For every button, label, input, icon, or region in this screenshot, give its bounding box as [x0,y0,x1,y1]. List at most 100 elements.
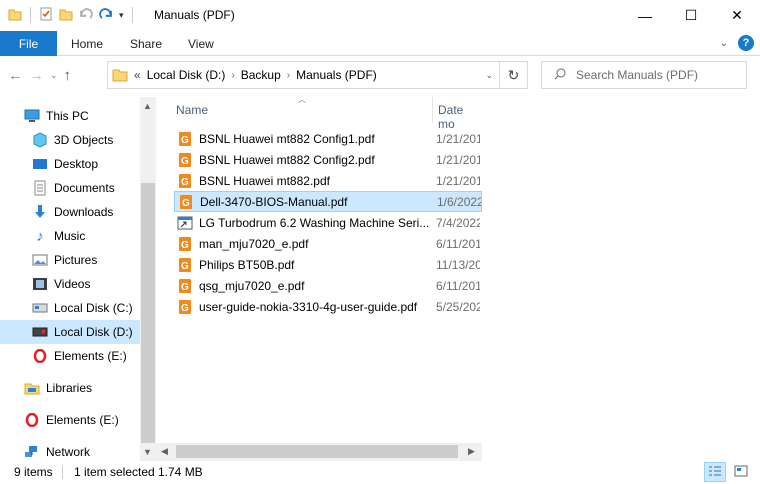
nav-item-videos[interactable]: Videos [0,272,140,296]
nav-item-downloads[interactable]: Downloads [0,200,140,224]
help-icon[interactable]: ? [738,35,754,51]
tab-view[interactable]: View [188,37,214,51]
horizontal-scrollbar[interactable]: ◀ ▶ [156,443,482,461]
nav-label: This PC [46,109,89,123]
svg-text:G: G [181,303,189,314]
desktop-icon [32,156,48,172]
back-arrow-icon[interactable]: ← [8,67,23,84]
list-item[interactable]: G BSNL Huawei mt882 Config1.pdf 1/21/201 [174,128,482,149]
svg-text:G: G [181,282,189,293]
nav-label: Documents [54,181,115,195]
new-folder-icon[interactable] [59,7,73,24]
nav-label: Local Disk (C:) [54,301,133,315]
nav-item-libraries[interactable]: Libraries [0,376,140,400]
nav-item-this-pc[interactable]: This PC [0,104,140,128]
file-name: BSNL Huawei mt882.pdf [199,173,330,188]
properties-icon[interactable] [39,7,53,24]
nav-item-local-disk-d[interactable]: Local Disk (D:) [0,320,140,344]
file-name: Dell-3470-BIOS-Manual.pdf [200,194,348,209]
svg-text:G: G [181,240,189,251]
selection-size: 1.74 MB [158,465,203,479]
file-name: Philips BT50B.pdf [199,257,295,272]
file-name: man_mju7020_e.pdf [199,236,309,251]
recent-locations-icon[interactable]: ⌄ [50,70,58,81]
nav-item-3d-objects[interactable]: 3D Objects [0,128,140,152]
chevron-right-icon[interactable]: › [231,70,234,81]
undo-icon[interactable] [79,7,93,24]
nav-item-music[interactable]: ♪ Music [0,224,140,248]
list-item[interactable]: G qsg_mju7020_e.pdf 6/11/201 [174,275,482,296]
search-input[interactable]: Search Manuals (PDF) [576,68,698,82]
tab-share[interactable]: Share [130,37,162,51]
nav-item-desktop[interactable]: Desktop [0,152,140,176]
tab-home[interactable]: Home [71,37,103,51]
nav-label: Local Disk (D:) [54,325,133,339]
scroll-up-icon[interactable]: ▲ [143,101,152,111]
expand-ribbon-icon[interactable]: ⌄ [720,38,728,49]
nav-label: Downloads [54,205,114,219]
disk-icon [32,300,48,316]
list-item[interactable]: G man_mju7020_e.pdf 6/11/201 [174,233,482,254]
toolbar-separator [30,7,31,23]
nav-item-pictures[interactable]: Pictures [0,248,140,272]
close-button[interactable]: ✕ [714,0,760,31]
file-date: 1/21/201 [436,152,480,167]
scrollbar-thumb[interactable] [141,183,155,443]
scrollbar-thumb[interactable] [176,445,458,458]
pdf-icon: G [177,278,193,294]
file-date: 5/25/202 [436,299,480,314]
scroll-down-icon[interactable]: ▼ [143,447,152,457]
file-date: 1/21/201 [436,131,480,146]
pdf-icon: G [177,257,193,273]
customize-toolbar-icon[interactable]: ▾ [119,10,124,21]
scroll-left-icon[interactable]: ◀ [161,446,168,457]
up-arrow-icon[interactable]: ↑ [64,67,72,84]
list-item[interactable]: G user-guide-nokia-3310-4g-user-guide.pd… [174,296,482,317]
pdf-icon: G [177,131,193,147]
list-item-selected[interactable]: G Dell-3470-BIOS-Manual.pdf 1/6/2022 [174,191,482,212]
list-item[interactable]: LG Turbodrum 6.2 Washing Machine Seri...… [174,212,482,233]
file-date: 6/11/201 [436,278,480,293]
large-icons-view-button[interactable] [730,462,752,482]
opera-icon [32,348,48,364]
nav-item-elements-e[interactable]: Elements (E:) [0,344,140,368]
redo-icon[interactable] [99,7,113,24]
status-bar: 9 items 1 item selected 1.74 MB [0,461,760,484]
nav-pane-scrollbar[interactable]: ▲ ▼ [140,97,156,461]
file-date: 6/11/201 [436,236,480,251]
list-item[interactable]: G BSNL Huawei mt882 Config2.pdf 1/21/201 [174,149,482,170]
details-view-button[interactable] [704,462,726,482]
large-icons-view-icon [734,465,748,480]
chevron-right-icon[interactable]: › [287,70,290,81]
file-name: user-guide-nokia-3310-4g-user-guide.pdf [199,299,418,314]
pdf-icon: G [177,152,193,168]
search-box[interactable]: Search Manuals (PDF) [541,61,747,89]
breadcrumb-manuals-pdf[interactable]: Manuals (PDF) [296,68,377,82]
nav-item-elements-e-root[interactable]: Elements (E:) [0,408,140,432]
tab-file[interactable]: File [0,31,57,56]
ribbon-right-controls: ⌄ ? [720,35,754,51]
view-switcher [704,462,752,482]
list-item[interactable]: G Philips BT50B.pdf 11/13/20 [174,254,482,275]
toolbar-separator [131,7,133,23]
minimize-button[interactable]: — [622,0,668,31]
nav-label: Network [46,445,91,459]
refresh-button[interactable]: ↻ [499,61,528,89]
document-icon [32,180,48,196]
scroll-right-icon[interactable]: ▶ [468,446,475,457]
breadcrumb-local-disk-d[interactable]: Local Disk (D:) [147,68,226,82]
nav-item-documents[interactable]: Documents [0,176,140,200]
computer-icon [24,108,40,124]
nav-item-local-disk-c[interactable]: Local Disk (C:) [0,296,140,320]
file-name: LG Turbodrum 6.2 Washing Machine Seri... [199,215,430,230]
file-name: qsg_mju7020_e.pdf [199,278,305,293]
list-item[interactable]: G BSNL Huawei mt882.pdf 1/21/201 [174,170,482,191]
address-bar[interactable]: « Local Disk (D:) › Backup › Manuals (PD… [107,61,500,89]
breadcrumb-overflow[interactable]: « [134,68,141,82]
breadcrumb-backup[interactable]: Backup [241,68,281,82]
selection-count: 1 item selected [74,465,155,479]
chevron-down-icon[interactable]: ⌄ [485,70,493,81]
maximize-button[interactable]: ☐ [668,0,714,31]
forward-arrow-icon[interactable]: → [29,67,44,84]
file-name: BSNL Huawei mt882 Config2.pdf [199,152,375,167]
